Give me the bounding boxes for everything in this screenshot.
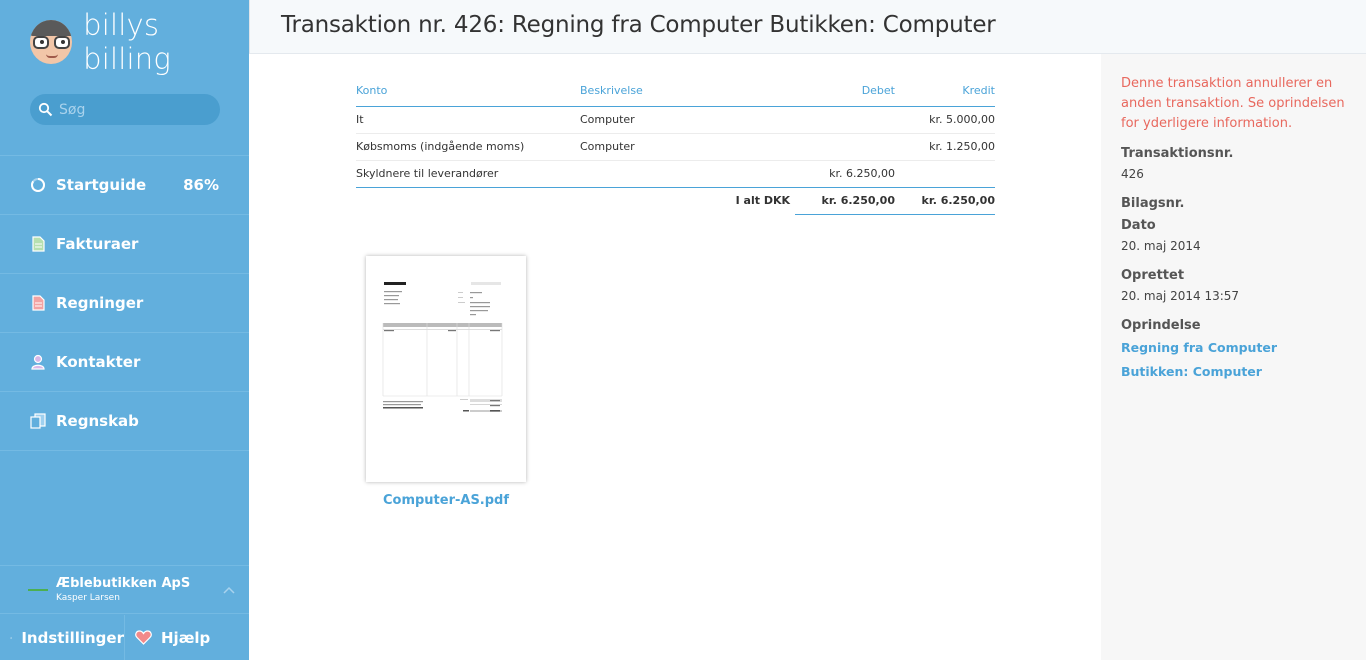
total-row: I alt DKK kr. 6.250,00 kr. 6.250,00 [356, 187, 995, 215]
sidebar-item-startguide[interactable]: Startguide 86% [0, 156, 249, 215]
user-name: Kasper Larsen [56, 593, 120, 603]
bill-document-icon [30, 295, 46, 311]
cell-beskrivelse [580, 160, 795, 188]
total-kredit: kr. 6.250,00 [895, 187, 995, 215]
sidebar-item-label: Regnskab [56, 412, 139, 430]
sidebar-item-regnskab[interactable]: Regnskab [0, 392, 249, 451]
help-label: Hjælp [161, 628, 211, 647]
sidebar-item-label: Startguide [56, 176, 147, 194]
sidebar-item-label: Fakturaer [56, 235, 139, 253]
logo-text: billys billing [83, 8, 171, 76]
search-icon [38, 102, 53, 117]
search-input[interactable] [59, 101, 209, 118]
page-header: Transaktion nr. 426: Regning fra Compute… [249, 0, 1366, 54]
person-icon [30, 354, 46, 370]
search-box[interactable] [30, 94, 220, 125]
transaction-no-label: Transaktionsnr. [1121, 146, 1234, 161]
column-header-debet: Debet [795, 75, 895, 107]
logo-face-icon [30, 20, 73, 64]
cell-debet: kr. 6.250,00 [795, 160, 895, 188]
created-label: Oprettet [1121, 268, 1185, 283]
help-button[interactable]: Hjælp [125, 615, 249, 660]
attachment-filename-link[interactable]: Computer-AS.pdf [366, 493, 526, 508]
progress-circle-icon [30, 177, 46, 193]
company-switcher[interactable]: Æblebutikken ApS Kasper Larsen [0, 565, 249, 614]
column-header-beskrivelse: Beskrivelse [580, 75, 795, 107]
cell-konto: It [356, 106, 580, 134]
heart-icon [135, 630, 152, 645]
settings-label: Indstillinger [21, 628, 124, 647]
pdf-preview-image [382, 282, 503, 412]
cell-kredit [895, 160, 995, 188]
cell-kredit: kr. 5.000,00 [895, 106, 995, 134]
transaction-table: Konto Beskrivelse Debet Kredit It Comput… [356, 75, 995, 215]
created-value: 20. maj 2014 13:57 [1121, 289, 1240, 303]
total-label: I alt DKK [735, 194, 790, 208]
total-debet: kr. 6.250,00 [795, 187, 895, 215]
page-title: Transaktion nr. 426: Regning fra Compute… [281, 12, 996, 38]
sidebar-item-fakturaer[interactable]: Fakturaer [0, 215, 249, 274]
company-name: Æblebutikken ApS [56, 576, 191, 591]
void-warning: Denne transaktion annullerer en anden tr… [1121, 76, 1345, 131]
progress-badge: 86% [183, 176, 219, 194]
attachment-thumbnail[interactable] [366, 256, 526, 482]
origin-link[interactable]: Regning fra Computer Butikken: Computer [1121, 336, 1336, 384]
company-logo-icon [28, 588, 48, 592]
transaction-lines: Konto Beskrivelse Debet Kredit It Comput… [356, 75, 995, 215]
column-header-kredit: Kredit [895, 75, 995, 107]
sidebar-item-regninger[interactable]: Regninger [0, 274, 249, 333]
date-value: 20. maj 2014 [1121, 239, 1201, 253]
sidebar-item-kontakter[interactable]: Kontakter [0, 333, 249, 392]
sidebar-item-label: Kontakter [56, 353, 141, 371]
origin-label: Oprindelse [1121, 318, 1201, 333]
accounting-docs-icon [30, 413, 46, 429]
app-logo[interactable]: billys billing [30, 8, 249, 76]
date-label: Dato [1121, 218, 1156, 233]
settings-button[interactable]: Indstillinger [0, 615, 125, 660]
table-row: Købsmoms (indgående moms) Computer kr. 1… [356, 133, 995, 161]
transaction-no-value: 426 [1121, 167, 1144, 181]
sidebar: billys billing Startguide 86% Fakturaer [0, 0, 249, 660]
table-row: Skyldnere til leverandører kr. 6.250,00 [356, 160, 995, 188]
attachment[interactable]: Computer-AS.pdf [366, 256, 526, 508]
cell-kredit: kr. 1.250,00 [895, 133, 995, 161]
cell-beskrivelse: Computer [580, 133, 795, 161]
voucher-label: Bilagsnr. [1121, 196, 1185, 211]
transaction-details-panel: Denne transaktion annullerer en anden tr… [1101, 54, 1366, 660]
cell-konto: Købsmoms (indgående moms) [356, 133, 580, 161]
cell-konto: Skyldnere til leverandører [356, 160, 580, 188]
sidebar-bottom-bar: Indstillinger Hjælp [0, 615, 249, 660]
cell-beskrivelse: Computer [580, 106, 795, 134]
invoice-document-icon [30, 236, 46, 252]
gear-icon [10, 636, 13, 639]
cell-debet [795, 106, 895, 134]
sidebar-nav: Startguide 86% Fakturaer Regninger Konta… [0, 155, 249, 451]
table-row: It Computer kr. 5.000,00 [356, 106, 995, 134]
sidebar-item-label: Regninger [56, 294, 144, 312]
chevron-up-icon [223, 586, 235, 594]
cell-debet [795, 133, 895, 161]
column-header-konto: Konto [356, 75, 580, 107]
